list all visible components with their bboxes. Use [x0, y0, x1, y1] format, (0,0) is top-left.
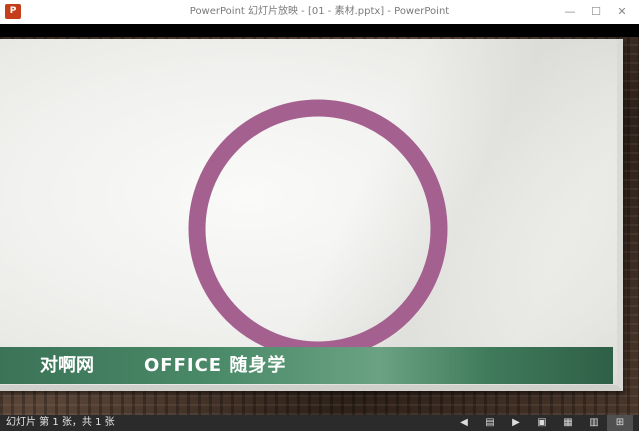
next-slide-icon[interactable]: ▶ [503, 415, 529, 431]
ring-outline [188, 99, 448, 359]
slide-counter: 幻灯片 第 1 张，共 1 张 [6, 417, 115, 428]
circle-shape[interactable] [186, 97, 450, 361]
view-controls: ◀ ▤ ▶ ▣ ▦ ▥ ⊞ [451, 415, 633, 431]
banner-brand-text: 对啊网 [40, 355, 94, 376]
brand-banner: 对啊网 OFFICE 随身学 [0, 347, 613, 384]
status-bar: 幻灯片 第 1 张，共 1 张 ◀ ▤ ▶ ▣ ▦ ▥ ⊞ [0, 415, 639, 431]
slide-show-view-icon[interactable]: ⊞ [607, 415, 633, 431]
slide-show-stage[interactable]: 对啊网 OFFICE 随身学 [0, 24, 639, 415]
slide-paper: 对啊网 OFFICE 随身学 [0, 39, 623, 391]
previous-slide-icon[interactable]: ◀ [451, 415, 477, 431]
slide-sorter-icon[interactable]: ▦ [555, 415, 581, 431]
banner-slogan-text: OFFICE 随身学 [144, 355, 287, 376]
reading-view-icon[interactable]: ▥ [581, 415, 607, 431]
slide-menu-icon[interactable]: ▤ [477, 415, 503, 431]
normal-view-icon[interactable]: ▣ [529, 415, 555, 431]
window-title-bar: P PowerPoint 幻灯片放映 - [01 - 素材.pptx] - Po… [0, 0, 639, 25]
restore-button[interactable]: ☐ [583, 0, 609, 24]
close-button[interactable]: ✕ [609, 0, 635, 24]
window-controls: — ☐ ✕ [557, 0, 635, 24]
window-title: PowerPoint 幻灯片放映 - [01 - 素材.pptx] - Powe… [189, 6, 450, 17]
minimize-button[interactable]: — [557, 0, 583, 24]
